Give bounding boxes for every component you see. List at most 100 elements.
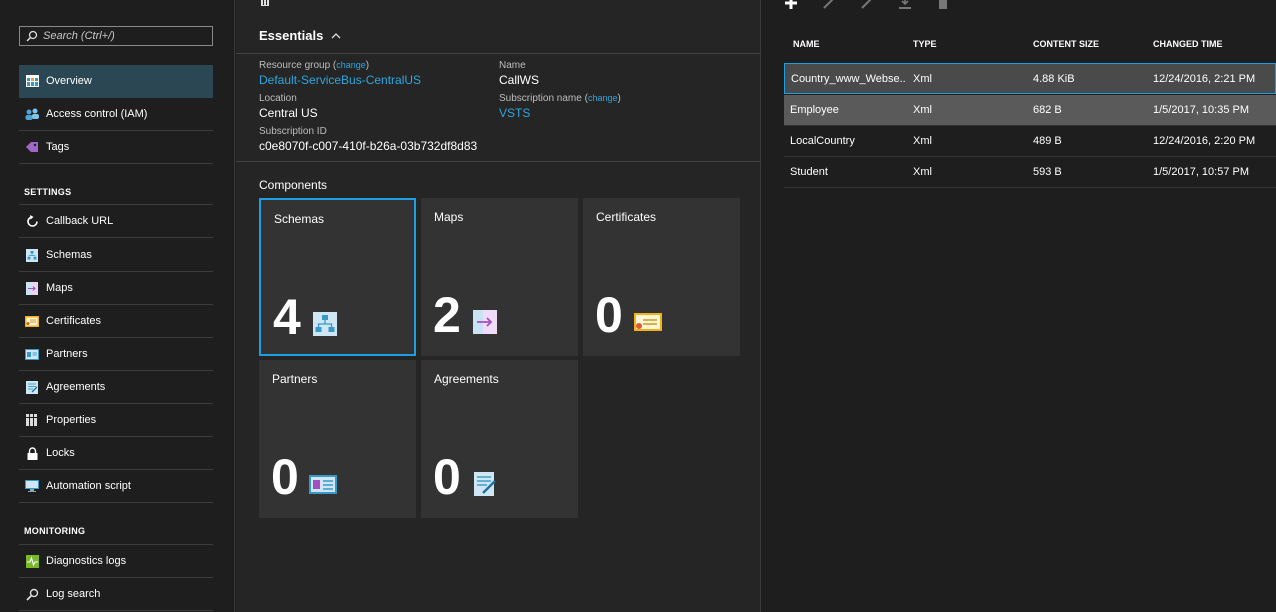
sidebar-item-label: Tags [46,141,70,153]
column-header-content-size[interactable]: CONTENT SIZE [1033,39,1099,49]
cell-size: 682 B [1033,104,1062,116]
table-row[interactable]: LocalCountry Xml 489 B 12/24/2016, 2:20 … [784,126,1276,157]
chevron-up-icon [331,32,341,38]
lock-icon [25,446,39,460]
tile-count: 2 [433,287,461,343]
sidebar-item-label: Certificates [46,315,102,327]
delete-icon[interactable] [260,0,270,6]
schemas-list-panel: NAME TYPE CONTENT SIZE CHANGED TIME Coun… [762,0,1276,612]
subscription-id-label: Subscription ID [259,126,327,137]
table-row[interactable]: Employee Xml 682 B 1/5/2017, 10:35 PM [784,95,1276,126]
agreement-icon [474,472,496,496]
edit-xml-icon[interactable] [860,0,874,9]
toolbar [784,0,974,9]
column-header-type[interactable]: TYPE [913,39,937,49]
components-title: Components [259,178,328,192]
delete-icon[interactable] [936,0,950,9]
schema-icon [313,312,337,336]
sidebar-item-label: Diagnostics logs [46,555,127,567]
resource-group-change-link[interactable]: change [336,60,366,70]
table-row[interactable]: Country_www_Webse... Xml 4.88 KiB 12/24/… [784,63,1276,94]
cell-type: Xml [913,166,932,178]
edit-icon[interactable] [822,0,836,9]
sidebar-item-access-control[interactable]: Access control (IAM) [19,98,213,131]
name-value: CallWS [499,73,540,87]
schema-icon [25,248,39,262]
tile-count: 4 [273,289,301,345]
subscription-id-value: c0e8070f-c007-410f-b26a-03b732df8d83 [259,139,478,153]
sidebar-item-label: Schemas [46,249,92,261]
sidebar-item-automation-script[interactable]: Automation script [19,470,213,503]
cell-type: Xml [913,135,932,147]
search-box[interactable] [19,26,213,46]
partner-icon [25,347,39,361]
sidebar-item-agreements[interactable]: Agreements [19,371,213,404]
properties-icon [25,413,39,427]
tile-title: Certificates [596,210,657,224]
tile-title: Maps [434,210,464,224]
sidebar-item-label: Overview [46,75,92,87]
column-header-changed-time[interactable]: CHANGED TIME [1153,39,1223,49]
search-input[interactable] [43,30,203,42]
sidebar-item-schemas[interactable]: Schemas [19,239,213,272]
resource-group-label: Resource group (change) [259,60,370,71]
cell-size: 489 B [1033,135,1062,147]
log-search-icon [25,587,39,601]
tag-icon [25,140,39,154]
sidebar-item-label: Partners [46,348,88,360]
sidebar-item-label: Access control (IAM) [46,108,148,120]
sidebar-item-label: Callback URL [46,215,114,227]
map-icon [473,310,497,334]
agreement-icon [25,380,39,394]
tile-agreements[interactable]: Agreements 0 [421,360,578,518]
resource-group-value[interactable]: Default-ServiceBus-CentralUS [259,73,421,87]
column-header-name[interactable]: NAME [793,39,820,49]
sidebar-item-callback-url[interactable]: Callback URL [19,205,213,238]
cell-name: Country_www_Webse... [791,73,906,85]
overview-panel: Essentials Resource group (change) Defau… [236,0,761,612]
essentials-title: Essentials [259,28,324,43]
sidebar-item-tags[interactable]: Tags [19,131,213,164]
divider [236,161,761,162]
sidebar-item-partners[interactable]: Partners [19,338,213,371]
sidebar-item-diagnostics-logs[interactable]: Diagnostics logs [19,545,213,578]
tile-title: Partners [272,372,318,386]
diagnostics-icon [25,554,39,568]
search-icon [26,30,38,42]
cell-changed: 12/24/2016, 2:21 PM [1153,73,1256,85]
tile-maps[interactable]: Maps 2 [421,198,578,356]
certificate-icon [25,314,39,328]
table-row[interactable]: Student Xml 593 B 1/5/2017, 10:57 PM [784,157,1276,188]
sidebar-item-label: Automation script [46,480,131,492]
sidebar-item-certificates[interactable]: Certificates [19,305,213,338]
tile-title: Agreements [434,372,499,386]
sidebar-item-maps[interactable]: Maps [19,272,213,305]
cell-name: LocalCountry [790,135,855,147]
essentials-toggle[interactable]: Essentials [259,28,341,43]
tile-count: 0 [595,287,623,343]
sidebar-item-locks[interactable]: Locks [19,437,213,470]
sidebar-item-label: Log search [46,588,101,600]
subscription-change-link[interactable]: change [588,93,618,103]
map-icon [25,281,39,295]
certificate-icon [634,313,662,331]
cell-name: Employee [790,104,839,116]
sidebar-item-log-search[interactable]: Log search [19,578,213,611]
sidebar-item-properties[interactable]: Properties [19,404,213,437]
script-icon [25,479,39,493]
cell-changed: 1/5/2017, 10:57 PM [1153,166,1250,178]
cell-type: Xml [913,73,932,85]
users-icon [25,107,39,121]
tile-schemas[interactable]: Schemas 4 [259,198,416,356]
tile-certificates[interactable]: Certificates 0 [583,198,740,356]
add-icon[interactable] [784,0,798,9]
tile-count: 0 [271,449,299,505]
cell-changed: 1/5/2017, 10:35 PM [1153,104,1250,116]
tile-count: 0 [433,449,461,505]
cell-changed: 12/24/2016, 2:20 PM [1153,135,1256,147]
location-label: Location [259,93,297,104]
download-icon[interactable] [898,0,912,9]
sidebar-item-overview[interactable]: Overview [19,65,213,98]
tile-partners[interactable]: Partners 0 [259,360,416,518]
subscription-name-value[interactable]: VSTS [499,106,530,120]
